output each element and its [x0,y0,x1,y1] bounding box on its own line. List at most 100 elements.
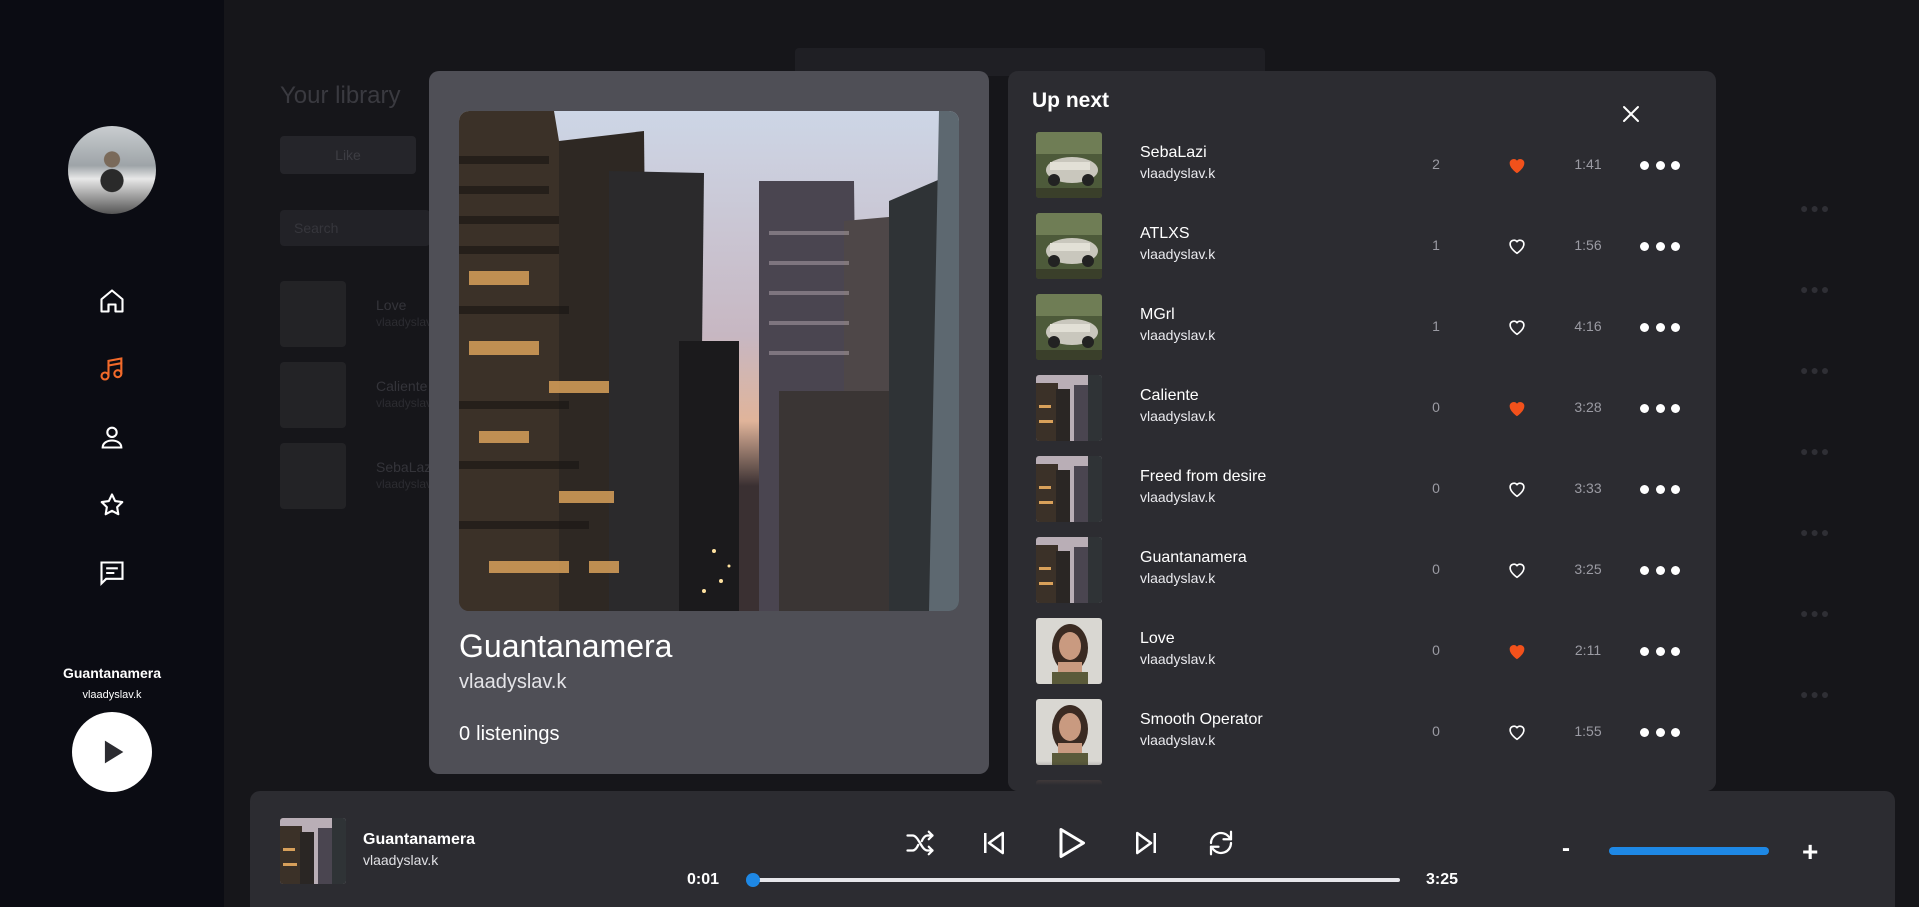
track-artist[interactable]: vlaadyslav.k [1140,327,1215,343]
sidebar-now-playing-title: Guantanamera [62,665,162,681]
star-icon[interactable] [96,489,128,521]
library-more-dots: ●●● [1800,362,1832,378]
track-thumbnail [1036,456,1102,522]
library-item-name: SebaLazi [376,459,435,475]
library-item[interactable]: Love vlaadyslav.k [280,281,440,347]
library-item[interactable]: Caliente vlaadyslav.k [280,362,440,428]
queue-row[interactable]: SebaLazi vlaadyslav.k 2 1:41 [1036,132,1696,198]
next-button[interactable] [1128,823,1164,863]
queue-row[interactable]: Love vlaadyslav.k 0 2:11 [1036,618,1696,684]
library-item-thumbnail [280,281,346,347]
heart-outline-icon [1509,239,1525,255]
shuffle-button[interactable] [902,823,938,863]
library-item[interactable]: SebaLazi vlaadyslav.k [280,443,440,509]
more-options-button[interactable] [1640,316,1680,338]
progress-knob[interactable] [746,873,761,887]
like-button[interactable] [1506,640,1528,662]
queue-row[interactable]: Freed from desire vlaadyslav.k 0 3:33 [1036,456,1696,522]
dot [1655,160,1665,170]
dot [1655,646,1665,656]
queue-row[interactable]: ATLXS vlaadyslav.k 1 1:56 [1036,213,1696,279]
dot [1671,403,1680,413]
like-button[interactable] [1506,154,1528,176]
player-thumbnail-image [280,818,346,884]
track-thumbnail [1036,537,1102,603]
more-options-button[interactable] [1640,397,1680,419]
dot [1640,160,1649,170]
more-options-button[interactable] [1640,478,1680,500]
track-thumbnail [1036,618,1102,684]
listen-count-value: 0 [459,723,471,745]
home-icon[interactable] [96,285,128,317]
library-more-dots: ●●● [1800,524,1832,540]
now-playing-card: Guantanamera vlaadyslav.k 0 listenings [429,71,989,774]
track-artist[interactable]: vlaadyslav.k [1140,651,1215,667]
music-note-icon[interactable] [96,353,128,385]
track-duration: 1:56 [1574,237,1602,253]
up-next-panel: Up next SebaLazi vlaadyslav.k 2 1:41 ATLXS vl… [1008,71,1716,791]
dot [1640,646,1649,656]
heart-outline-icon [1509,482,1525,498]
track-artist[interactable]: vlaadyslav.k [1140,489,1215,505]
dot [1655,484,1665,494]
like-button[interactable] [1506,478,1528,500]
previous-button[interactable] [976,823,1012,863]
track-artist[interactable]: vlaadyslav.k [1140,165,1215,181]
track-play-count: 0 [1432,399,1440,415]
player-track-artist: vlaadyslav.k [363,852,439,868]
track-name: Freed from desire [1140,468,1267,485]
profile-icon[interactable] [96,421,128,453]
heart-filled-icon [1509,402,1525,417]
like-button[interactable] [1506,316,1528,338]
track-artist[interactable]: vlaadyslav.k [1140,246,1215,262]
library-more-dots: ●●● [1800,200,1832,216]
more-options-button[interactable] [1640,154,1680,176]
sidebar-play-button[interactable] [72,712,152,792]
queue-row[interactable]: MGrl vlaadyslav.k 1 4:16 [1036,294,1696,360]
dot [1655,241,1665,251]
like-button[interactable] [1506,721,1528,743]
progress-bar[interactable] [746,873,1400,887]
more-options-button[interactable] [1640,235,1680,257]
library-more-dots: ●●● [1800,605,1832,621]
library-tab-like[interactable]: Like [280,136,416,174]
track-play-count: 2 [1432,156,1440,172]
track-artist[interactable]: vlaadyslav.k [1140,570,1215,586]
more-options-button[interactable] [1640,640,1680,662]
more-options-button[interactable] [1640,721,1680,743]
user-avatar[interactable] [68,126,156,214]
volume-up-button[interactable]: + [1802,836,1818,868]
queue-row[interactable]: Caliente vlaadyslav.k 0 3:28 [1036,375,1696,441]
like-button[interactable] [1506,235,1528,257]
more-options-button[interactable] [1640,559,1680,581]
track-artist[interactable]: vlaadyslav.k [1140,732,1215,748]
queue-row[interactable]: Guantanamera vlaadyslav.k 0 3:25 [1036,537,1696,603]
volume-slider[interactable] [1609,847,1769,855]
play-button[interactable] [1050,823,1090,863]
listen-count: 0 listenings [459,723,560,746]
library-search-input[interactable]: Search [280,210,430,246]
previous-icon [984,831,1004,855]
track-thumbnail [1036,294,1102,360]
queue-row[interactable]: Smooth Operator vlaadyslav.k 0 1:55 [1036,699,1696,765]
track-play-count: 0 [1432,480,1440,496]
like-button[interactable] [1506,397,1528,419]
sidebar-now-playing-artist: vlaadyslav.k [82,689,142,701]
repeat-button[interactable] [1203,823,1239,863]
track-name: ATLXS [1140,225,1190,242]
track-duration: 2:11 [1574,642,1602,658]
dot [1671,565,1680,575]
track-duration: 3:33 [1574,480,1602,496]
total-time: 3:25 [1426,871,1459,888]
track-play-count: 0 [1432,723,1440,739]
messages-icon[interactable] [96,557,128,589]
player-track-title: Guantanamera [363,831,476,848]
like-button[interactable] [1506,559,1528,581]
now-playing-artist[interactable]: vlaadyslav.k [459,671,566,694]
volume-down-button[interactable]: - [1562,835,1570,863]
track-duration: 3:28 [1574,399,1602,415]
dot [1640,403,1649,413]
close-button[interactable] [1618,101,1644,127]
track-artist[interactable]: vlaadyslav.k [1140,408,1215,424]
player-thumbnail[interactable] [280,818,346,884]
